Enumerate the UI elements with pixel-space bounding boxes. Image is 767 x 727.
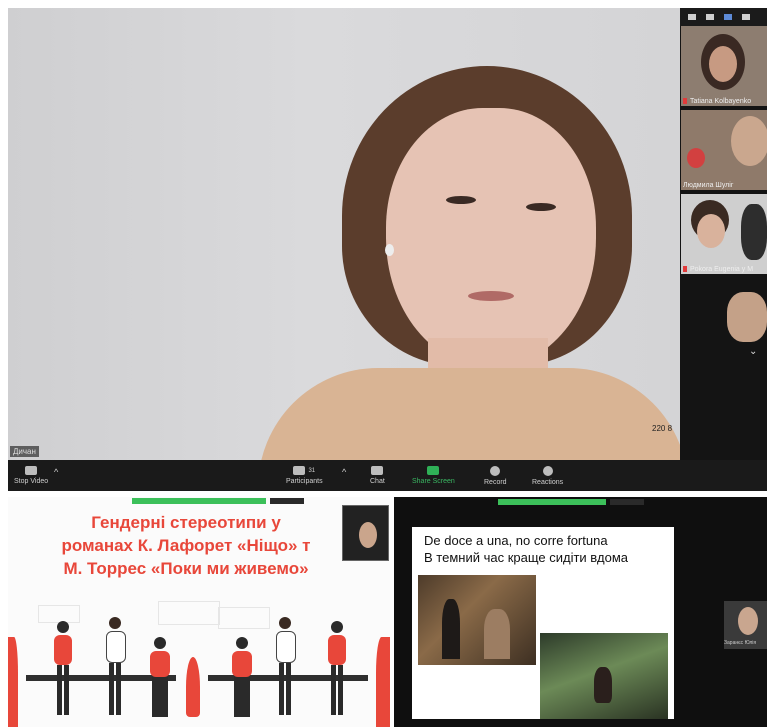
participant-second-person xyxy=(741,204,767,260)
share-screen-icon xyxy=(427,466,440,475)
painting-image xyxy=(418,575,536,665)
chat-button[interactable]: Chat xyxy=(370,460,385,491)
participant-face xyxy=(697,214,725,248)
participant-face xyxy=(727,292,767,342)
participant-face xyxy=(731,116,767,166)
share-options-button[interactable] xyxy=(270,498,304,504)
slide-quote-ukrainian: В темний час краще сидіти вдома xyxy=(424,550,629,565)
speaker-name-tag: Дичан xyxy=(10,446,39,457)
speaker-eye-left xyxy=(446,196,476,204)
wall-frame xyxy=(218,607,270,629)
illustrated-person xyxy=(52,621,74,721)
participant-name: Людмила Шуліг xyxy=(683,182,734,189)
zoom-meeting-window: Дичан 220 8 Tatiana Kolbayenko Людмила Ш… xyxy=(8,8,767,491)
illustrated-person-partial xyxy=(8,637,18,727)
presenter-face xyxy=(738,607,758,635)
forest-photo-image xyxy=(540,633,668,719)
participant-background-object xyxy=(687,148,705,168)
illustrated-person xyxy=(104,617,126,721)
participant-name: Pokora Eugenia y M xyxy=(690,266,754,273)
presentation-slide-quote: De doce a una, no corre fortuna В темний… xyxy=(394,497,767,727)
office-illustration xyxy=(8,597,390,727)
presentation-slide-title: Гендерні стереотипи у романах К. Лафорет… xyxy=(8,497,390,727)
presenter-face xyxy=(359,522,377,548)
video-overlay-number: 220 8 xyxy=(652,424,673,433)
participants-options-chevron[interactable]: ^ xyxy=(342,456,346,487)
participant-thumb[interactable]: Tatiana Kolbayenko xyxy=(681,26,767,106)
chevron-down-icon[interactable]: ⌄ xyxy=(749,346,757,357)
chat-icon xyxy=(371,466,384,475)
main-speaker-video xyxy=(8,8,680,460)
speaker-eye-right xyxy=(526,203,556,211)
illustrated-person xyxy=(230,637,254,721)
video-camera-icon xyxy=(25,466,38,475)
participant-thumb[interactable]: Людмила Шуліг xyxy=(681,110,767,190)
participants-button[interactable]: 31 Participants xyxy=(286,460,323,491)
wall-frame xyxy=(158,601,220,625)
plant xyxy=(186,657,200,717)
share-options-button[interactable] xyxy=(610,499,644,505)
record-icon xyxy=(490,465,501,476)
illustrated-person-partial xyxy=(376,637,390,727)
illustrated-person xyxy=(148,637,172,721)
speaker-face xyxy=(386,108,596,368)
slide-title: Гендерні стереотипи у романах К. Лафорет… xyxy=(61,513,311,578)
screen-share-banner xyxy=(498,499,606,505)
record-button[interactable]: Record xyxy=(484,460,507,491)
restore-icon[interactable] xyxy=(706,14,714,20)
video-options-chevron[interactable]: ^ xyxy=(54,456,58,487)
participant-face xyxy=(709,46,737,82)
speaker-mouth xyxy=(468,291,514,301)
share-screen-button[interactable]: Share Screen xyxy=(412,460,455,491)
reactions-button[interactable]: Reactions xyxy=(532,460,563,491)
illustrated-person xyxy=(274,617,296,721)
presenter-name: Заранєс Юлія xyxy=(724,640,757,646)
meeting-toolbar: Stop Video ^ 31 Participants ^ Chat Shar… xyxy=(8,460,767,491)
speaker-earring xyxy=(385,244,394,256)
presenter-video-thumbnail xyxy=(342,505,389,561)
stop-video-button[interactable]: Stop Video xyxy=(14,460,48,491)
speaker-view-icon[interactable] xyxy=(724,14,732,20)
screen-share-banner xyxy=(132,498,266,504)
participants-icon xyxy=(293,466,306,475)
participant-thumb[interactable] xyxy=(681,278,767,342)
gallery-view-controls[interactable] xyxy=(680,8,767,26)
reactions-icon xyxy=(542,465,553,476)
participant-thumb[interactable]: Pokora Eugenia y M xyxy=(681,194,767,274)
mic-muted-icon xyxy=(683,266,687,272)
gallery-view-icon[interactable] xyxy=(742,14,750,20)
slide-quote-spanish: De doce a una, no corre fortuna xyxy=(424,533,608,548)
minimize-icon[interactable] xyxy=(688,14,696,20)
mic-muted-icon xyxy=(683,98,687,104)
speaker-shirt xyxy=(258,368,680,460)
participant-name: Tatiana Kolbayenko xyxy=(690,98,752,105)
illustrated-person xyxy=(326,621,348,721)
